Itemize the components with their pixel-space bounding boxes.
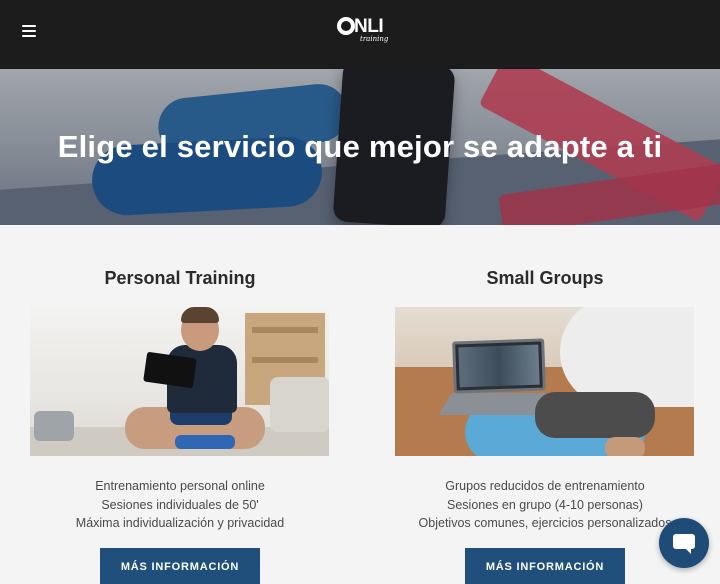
personal-training-photo xyxy=(30,307,329,456)
photo-kettlebell xyxy=(34,411,74,441)
onli-training-logo[interactable]: NLI training xyxy=(337,15,391,45)
service-description: Entrenamiento personal online Sesiones i… xyxy=(30,477,330,533)
service-description: Grupos reducidos de entrenamiento Sesion… xyxy=(395,477,695,533)
service-line: Grupos reducidos de entrenamiento xyxy=(445,479,645,493)
service-line: Sesiones individuales de 50' xyxy=(101,497,259,512)
logo-subtext: training xyxy=(360,35,389,43)
service-line: Sesiones en grupo (4-10 personas) xyxy=(447,497,643,512)
photo-person-hair xyxy=(181,307,219,323)
hero-title: Elige el servicio que mejor se adapte a … xyxy=(57,129,663,164)
service-card-personal-training: Personal Training Entrenamiento personal… xyxy=(30,265,330,584)
photo-sofa xyxy=(270,377,329,432)
hamburger-menu-icon[interactable] xyxy=(22,22,42,40)
service-line: Objetivos comunes, ejercicios personaliz… xyxy=(418,516,672,530)
photo-person-hand xyxy=(605,437,645,456)
service-card-small-groups: Small Groups Grupos reducidos de entrena… xyxy=(395,265,695,584)
photo-person-arm xyxy=(535,392,655,438)
photo-person-shoes xyxy=(175,435,235,449)
more-info-button-personal-training[interactable]: MÁS INFORMACIÓN xyxy=(100,547,260,584)
hero-banner: Elige el servicio que mejor se adapte a … xyxy=(0,69,720,225)
menu-line xyxy=(22,30,36,32)
photo-shelf-board xyxy=(252,357,318,363)
chat-launcher-button[interactable] xyxy=(659,518,709,568)
service-line: Entrenamiento personal online xyxy=(95,479,265,493)
small-groups-photo xyxy=(395,307,694,456)
photo-tablet xyxy=(143,351,197,389)
photo-shelf-board xyxy=(252,327,318,333)
photo-laptop-screen xyxy=(458,344,540,388)
photo-laptop xyxy=(452,338,546,394)
chat-bubble-icon xyxy=(673,534,695,549)
menu-line xyxy=(22,35,36,37)
service-line: Máxima individualización y privacidad xyxy=(75,516,285,530)
more-info-button-small-groups[interactable]: MÁS INFORMACIÓN xyxy=(465,547,625,584)
menu-line xyxy=(22,25,36,27)
chat-bubble-tail xyxy=(685,548,691,554)
top-navigation-bar: NLI training xyxy=(0,0,720,69)
service-title: Personal Training xyxy=(104,268,256,288)
logo-o-ring xyxy=(337,17,355,35)
service-title: Small Groups xyxy=(486,268,604,288)
